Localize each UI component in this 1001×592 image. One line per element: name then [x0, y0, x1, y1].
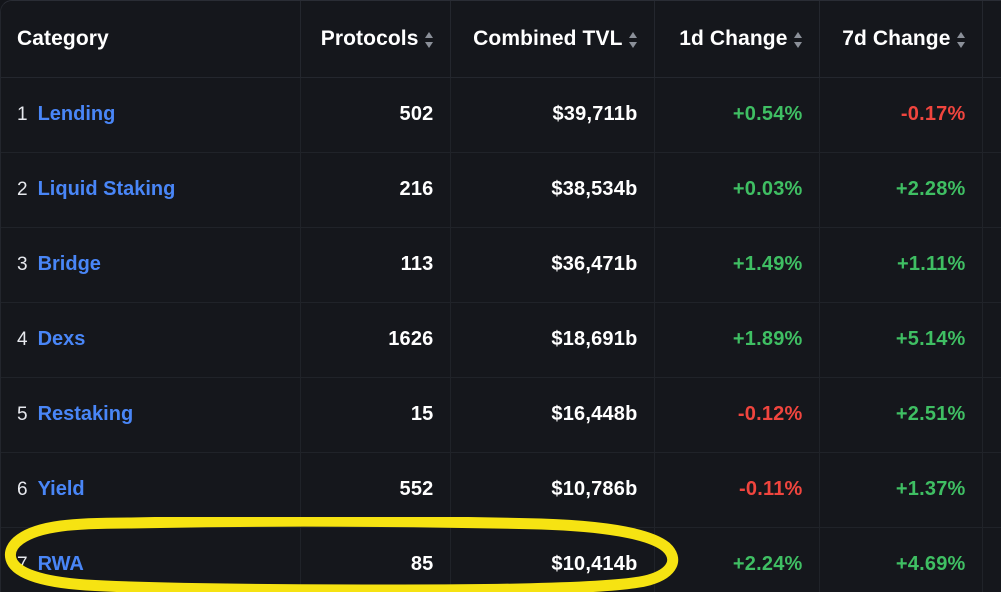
column-header-combined-tvl-label: Combined TVL — [473, 26, 623, 50]
cell-combined-tvl: $10,786b — [450, 452, 655, 528]
table-header: Category Protocols Combined TVL 1d Chang… — [1, 1, 1001, 78]
cell-category: 6 Yield — [1, 452, 301, 528]
column-header-combined-tvl[interactable]: Combined TVL — [450, 1, 655, 78]
cell-protocols: 85 — [300, 527, 451, 592]
cell-1d-change: +0.54% — [654, 77, 820, 153]
cell-1d-change: +2.24% — [654, 527, 820, 592]
cell-overflow — [982, 527, 1001, 592]
sort-arrows-icon[interactable] — [956, 31, 966, 49]
cell-1d-change: +1.89% — [654, 302, 820, 378]
category-link[interactable]: Liquid Staking — [38, 178, 176, 200]
cell-7d-change: +1.11% — [819, 227, 983, 303]
cell-protocols: 552 — [300, 452, 451, 528]
cell-combined-tvl: $18,691b — [450, 302, 655, 378]
row-rank: 1 — [17, 104, 28, 125]
cell-category: 7 RWA — [1, 527, 301, 592]
row-rank: 3 — [17, 254, 28, 275]
cell-category: 2 Liquid Staking — [1, 152, 301, 228]
column-header-protocols[interactable]: Protocols — [300, 1, 451, 78]
row-rank: 5 — [17, 404, 28, 425]
cell-1d-change: -0.11% — [654, 452, 820, 528]
cell-protocols: 15 — [300, 377, 451, 453]
cell-protocols: 1626 — [300, 302, 451, 378]
cell-protocols: 502 — [300, 77, 451, 153]
cell-overflow — [982, 77, 1001, 153]
table-row[interactable]: 3 Bridge 113 $36,471b +1.49% +1.11% — [1, 227, 1001, 303]
category-link[interactable]: Restaking — [38, 403, 134, 425]
column-header-7d-change[interactable]: 7d Change — [819, 1, 983, 78]
cell-combined-tvl: $36,471b — [450, 227, 655, 303]
column-header-1d-change[interactable]: 1d Change — [654, 1, 820, 78]
column-header-category[interactable]: Category — [1, 1, 301, 78]
table-body: 1 Lending 502 $39,711b +0.54% -0.17% 2 Liquid S… — [1, 77, 1001, 592]
column-header-protocols-label: Protocols — [320, 26, 419, 50]
cell-category: 4 Dexs — [1, 302, 301, 378]
category-tvl-table: Category Protocols Combined TVL 1d Chang… — [1, 1, 1001, 592]
category-link[interactable]: Lending — [38, 103, 116, 125]
cell-combined-tvl: $16,448b — [450, 377, 655, 453]
row-rank: 6 — [17, 479, 28, 500]
table-row[interactable]: 2 Liquid Staking 216 $38,534b +0.03% +2.28% — [1, 152, 1001, 228]
cell-7d-change: +1.37% — [819, 452, 983, 528]
category-tvl-table-panel: Category Protocols Combined TVL 1d Chang… — [0, 0, 1001, 592]
sort-arrows-icon[interactable] — [628, 31, 638, 49]
cell-protocols: 113 — [300, 227, 451, 303]
cell-7d-change: +2.28% — [819, 152, 983, 228]
row-rank: 2 — [17, 179, 28, 200]
cell-overflow — [982, 377, 1001, 453]
table-row[interactable]: 1 Lending 502 $39,711b +0.54% -0.17% — [1, 77, 1001, 153]
row-rank: 7 — [17, 554, 28, 575]
cell-overflow — [982, 452, 1001, 528]
table-row[interactable]: 4 Dexs 1626 $18,691b +1.89% +5.14% — [1, 302, 1001, 378]
cell-7d-change: +2.51% — [819, 377, 983, 453]
table-header-row: Category Protocols Combined TVL 1d Chang… — [1, 1, 1001, 78]
row-rank: 4 — [17, 329, 28, 350]
column-header-overflow — [982, 1, 1001, 78]
cell-category: 5 Restaking — [1, 377, 301, 453]
column-header-7d-change-label: 7d Change — [842, 26, 951, 50]
cell-7d-change: -0.17% — [819, 77, 983, 153]
cell-combined-tvl: $38,534b — [450, 152, 655, 228]
table-row[interactable]: 5 Restaking 15 $16,448b -0.12% +2.51% — [1, 377, 1001, 453]
category-link[interactable]: Bridge — [38, 253, 101, 275]
cell-1d-change: +1.49% — [654, 227, 820, 303]
sort-arrows-icon[interactable] — [793, 31, 803, 49]
cell-overflow — [982, 302, 1001, 378]
table-row[interactable]: 7 RWA 85 $10,414b +2.24% +4.69% — [1, 527, 1001, 592]
cell-7d-change: +5.14% — [819, 302, 983, 378]
category-link[interactable]: Dexs — [38, 328, 86, 350]
column-header-1d-change-label: 1d Change — [679, 26, 788, 50]
cell-7d-change: +4.69% — [819, 527, 983, 592]
cell-1d-change: -0.12% — [654, 377, 820, 453]
cell-overflow — [982, 152, 1001, 228]
cell-category: 1 Lending — [1, 77, 301, 153]
table-row[interactable]: 6 Yield 552 $10,786b -0.11% +1.37% — [1, 452, 1001, 528]
category-link[interactable]: Yield — [38, 478, 85, 500]
column-header-category-label: Category — [17, 26, 109, 50]
cell-combined-tvl: $39,711b — [450, 77, 655, 153]
cell-combined-tvl: $10,414b — [450, 527, 655, 592]
category-link[interactable]: RWA — [38, 553, 84, 575]
cell-1d-change: +0.03% — [654, 152, 820, 228]
cell-category: 3 Bridge — [1, 227, 301, 303]
sort-arrows-icon[interactable] — [424, 31, 434, 49]
cell-protocols: 216 — [300, 152, 451, 228]
cell-overflow — [982, 227, 1001, 303]
